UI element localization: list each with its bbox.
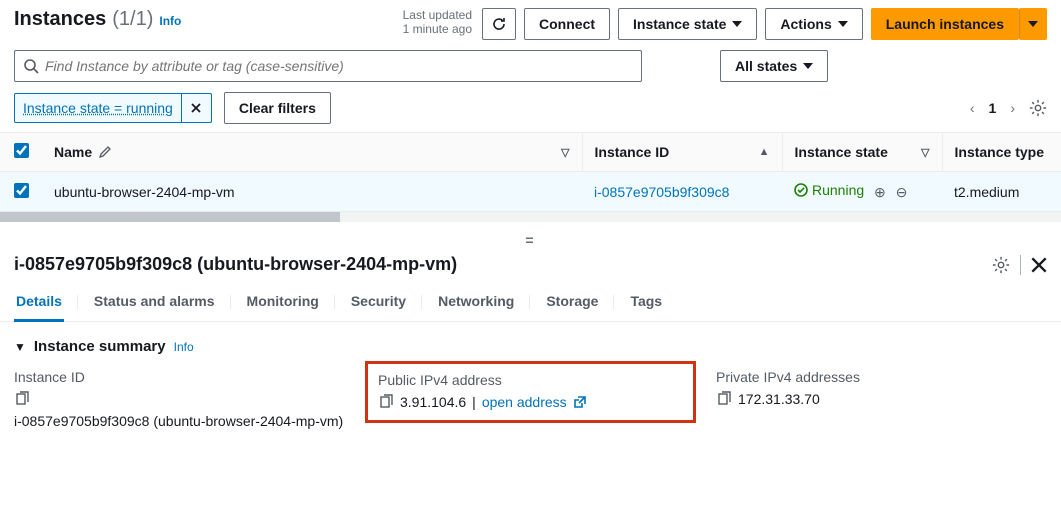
gear-icon[interactable]	[1029, 99, 1047, 117]
cell-state: Running	[794, 182, 864, 198]
external-link-icon	[573, 395, 587, 409]
page-number: 1	[989, 100, 997, 116]
launch-instances-button[interactable]: Launch instances	[871, 8, 1019, 40]
info-link[interactable]: Info	[159, 14, 181, 28]
private-ip-value: 172.31.33.70	[738, 391, 820, 407]
search-input[interactable]	[45, 58, 633, 74]
sort-asc-icon[interactable]: ▲	[759, 146, 770, 158]
zoom-out-icon[interactable]: ⊖	[896, 184, 908, 200]
zoom-in-icon[interactable]: ⊕	[874, 184, 886, 200]
private-ip-label: Private IPv4 addresses	[716, 369, 1047, 385]
actions-menu[interactable]: Actions	[765, 8, 862, 40]
chevron-down-icon	[1028, 21, 1038, 27]
tab-details[interactable]: Details	[14, 283, 64, 321]
all-states-filter[interactable]: All states	[720, 50, 828, 82]
resize-handle[interactable]: =	[0, 222, 1061, 250]
chevron-down-icon	[838, 21, 848, 27]
close-icon[interactable]	[1031, 257, 1047, 273]
separator: |	[472, 394, 476, 410]
instance-id-value: i-0857e9705b9f309c8 (ubuntu-browser-2404…	[14, 413, 345, 429]
col-state[interactable]: Instance state	[795, 144, 888, 160]
instance-state-menu[interactable]: Instance state	[618, 8, 757, 40]
open-address-link[interactable]: open address	[482, 394, 567, 410]
tab-status[interactable]: Status and alarms	[92, 283, 217, 321]
summary-info-link[interactable]: Info	[174, 340, 194, 354]
filter-chip-text: Instance state = running	[15, 100, 181, 116]
col-id[interactable]: Instance ID	[595, 144, 670, 160]
refresh-icon	[491, 16, 507, 32]
detail-tabs: Details Status and alarms Monitoring Sec…	[0, 283, 1061, 322]
chevron-down-icon	[732, 21, 742, 27]
pencil-icon[interactable]	[98, 145, 112, 159]
page-title: Instances	[14, 8, 106, 31]
tab-networking[interactable]: Networking	[436, 283, 516, 321]
divider	[1020, 255, 1021, 275]
launch-instances-menu[interactable]	[1019, 8, 1047, 40]
public-ip-label: Public IPv4 address	[378, 372, 683, 388]
highlight-box: Public IPv4 address 3.91.104.6 | open ad…	[365, 361, 696, 423]
search-input-wrap[interactable]	[14, 50, 642, 82]
tab-storage[interactable]: Storage	[544, 283, 600, 321]
collapse-toggle[interactable]: ▼	[14, 340, 26, 354]
sort-icon[interactable]: ▽	[921, 146, 929, 159]
connect-button[interactable]: Connect	[524, 8, 610, 40]
filter-chip-remove[interactable]	[181, 94, 211, 122]
page-prev[interactable]: ‹	[970, 100, 975, 116]
chevron-down-icon	[803, 63, 813, 69]
cell-instance-id[interactable]: i-0857e9705b9f309c8	[594, 184, 729, 200]
instance-count: (1/1)	[112, 8, 153, 31]
table-row[interactable]: ubuntu-browser-2404-mp-vm i-0857e9705b9f…	[0, 172, 1061, 212]
search-icon	[23, 58, 39, 74]
tab-security[interactable]: Security	[349, 283, 408, 321]
col-name[interactable]: Name	[54, 144, 92, 160]
sort-icon[interactable]: ▽	[561, 146, 569, 159]
last-updated: Last updated 1 minute ago	[403, 8, 472, 37]
tab-monitoring[interactable]: Monitoring	[245, 283, 321, 321]
copy-icon[interactable]	[378, 394, 394, 410]
instance-id-label: Instance ID	[14, 369, 345, 385]
row-checkbox[interactable]	[14, 183, 29, 198]
filter-chip[interactable]: Instance state = running	[14, 93, 212, 123]
close-icon	[190, 102, 202, 114]
horizontal-scrollbar[interactable]	[0, 212, 1061, 222]
gear-icon[interactable]	[992, 256, 1010, 274]
detail-title: i-0857e9705b9f309c8 (ubuntu-browser-2404…	[14, 254, 457, 275]
copy-icon[interactable]	[716, 391, 732, 407]
clear-filters-button[interactable]: Clear filters	[224, 92, 331, 124]
copy-icon[interactable]	[14, 391, 30, 407]
page-next[interactable]: ›	[1010, 100, 1015, 116]
cell-name: ubuntu-browser-2404-mp-vm	[42, 172, 582, 212]
select-all-checkbox[interactable]	[14, 143, 29, 158]
public-ip-value: 3.91.104.6	[400, 394, 466, 410]
tab-tags[interactable]: Tags	[628, 283, 664, 321]
status-ok-icon	[794, 183, 808, 197]
summary-heading: Instance summary	[34, 338, 166, 355]
col-type[interactable]: Instance type	[955, 144, 1044, 160]
cell-type: t2.medium	[942, 172, 1061, 212]
refresh-button[interactable]	[482, 8, 516, 40]
